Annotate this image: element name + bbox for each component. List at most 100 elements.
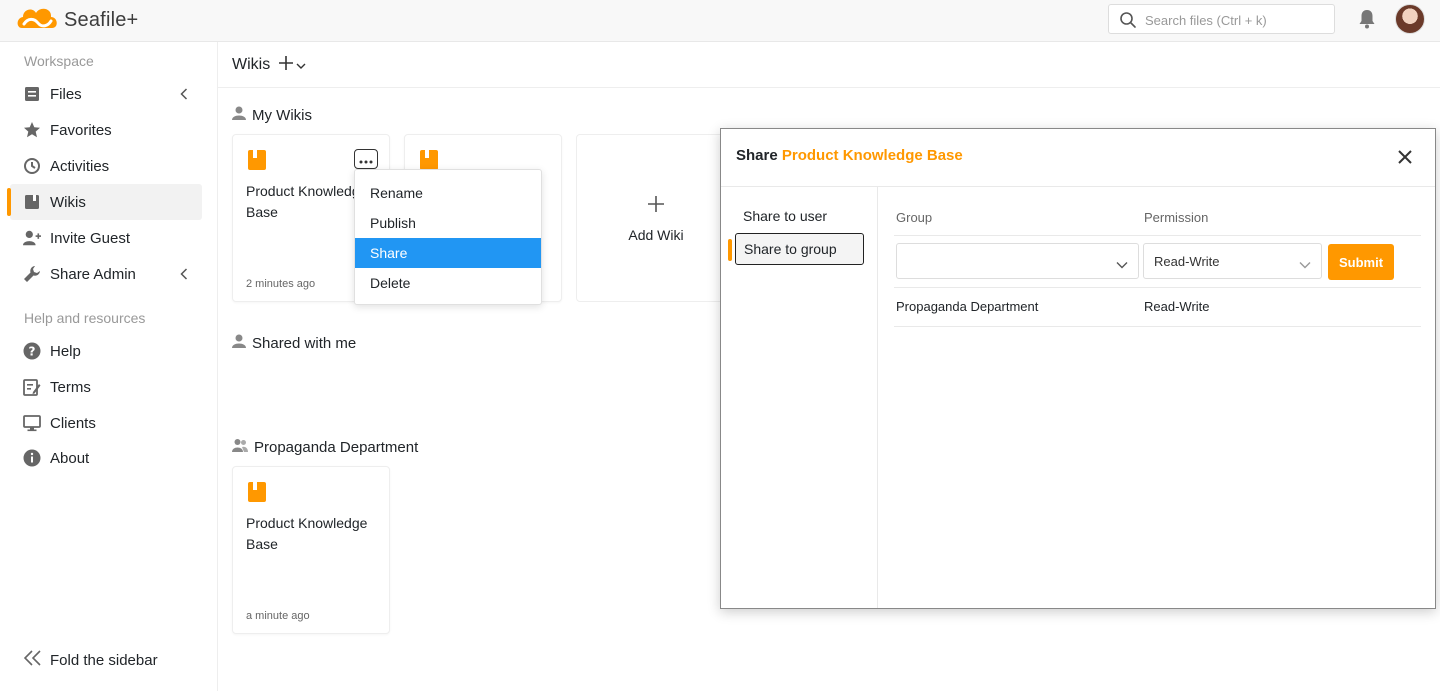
menu-item-publish[interactable]: Publish xyxy=(355,208,541,238)
terms-icon xyxy=(23,378,41,396)
chevron-down-icon xyxy=(1116,257,1128,272)
wrench-icon xyxy=(23,265,41,283)
sidebar-item-files[interactable]: Files xyxy=(10,76,202,112)
sidebar-item-label: Clients xyxy=(50,414,96,432)
sidebar-item-label: Activities xyxy=(50,157,110,175)
user-icon xyxy=(232,106,246,124)
wiki-icon xyxy=(23,193,41,211)
divider xyxy=(894,287,1421,288)
top-header: Seafile+ xyxy=(0,0,1440,42)
permission-select[interactable]: Read-Write xyxy=(1143,243,1322,279)
avatar[interactable] xyxy=(1395,4,1425,34)
sidebar-item-activities[interactable]: Activities xyxy=(10,148,202,184)
wiki-card[interactable]: Product Knowledge Base a minute ago xyxy=(232,466,390,634)
app-name: Seafile+ xyxy=(64,8,139,31)
group-heading: Propaganda Department xyxy=(232,438,418,456)
sidebar-item-label: Share Admin xyxy=(50,265,136,283)
fold-sidebar-button[interactable]: Fold the sidebar xyxy=(23,650,158,670)
fold-label: Fold the sidebar xyxy=(50,651,158,669)
chevron-down-icon xyxy=(296,57,306,73)
tab-share-to-group[interactable]: Share to group xyxy=(735,233,864,265)
dialog-header: Share Product Knowledge Base xyxy=(721,129,1435,187)
book-icon xyxy=(247,149,267,174)
user-icon xyxy=(232,334,246,352)
wiki-context-menu: Rename Publish Share Delete xyxy=(354,169,542,305)
logo[interactable]: Seafile+ xyxy=(16,4,138,36)
section-label: Shared with me xyxy=(252,334,357,352)
permission-column-header: Permission xyxy=(1144,210,1209,225)
active-tab-marker xyxy=(728,239,732,261)
sidebar-item-share-admin[interactable]: Share Admin xyxy=(10,256,202,292)
sidebar-item-favorites[interactable]: Favorites xyxy=(10,112,202,148)
close-icon[interactable] xyxy=(1397,149,1413,168)
dialog-title-prefix: Share xyxy=(736,147,778,164)
share-nav: Share to user Share to group xyxy=(721,187,878,608)
shared-group-name: Propaganda Department xyxy=(896,299,1039,314)
my-wikis-heading: My Wikis xyxy=(232,106,312,124)
monitor-icon xyxy=(23,414,41,432)
search-icon xyxy=(1119,11,1137,32)
search-box[interactable] xyxy=(1108,4,1335,34)
sidebar-item-label: Wikis xyxy=(50,193,86,211)
section-label: Propaganda Department xyxy=(254,438,419,456)
menu-item-rename[interactable]: Rename xyxy=(355,178,541,208)
toolbar: Wikis xyxy=(218,42,1440,88)
group-icon xyxy=(232,438,248,456)
chevron-left-icon[interactable] xyxy=(180,87,188,104)
plus-icon xyxy=(278,55,294,74)
star-icon xyxy=(23,121,41,139)
wiki-time: a minute ago xyxy=(246,610,310,622)
menu-item-delete[interactable]: Delete xyxy=(355,268,541,298)
clock-icon xyxy=(23,157,41,175)
menu-item-share[interactable]: Share xyxy=(355,238,541,268)
permission-select-value: Read-Write xyxy=(1154,254,1220,269)
divider xyxy=(894,326,1421,327)
sidebar-item-invite-guest[interactable]: Invite Guest xyxy=(10,220,202,256)
share-dialog: Share Product Knowledge Base Share to us… xyxy=(720,128,1436,609)
dialog-title-name: Product Knowledge Base xyxy=(781,147,963,164)
chevron-left-icon[interactable] xyxy=(180,267,188,284)
sidebar-item-label: Favorites xyxy=(50,121,112,139)
workspace-heading: Workspace xyxy=(24,53,94,69)
sidebar-item-wikis[interactable]: Wikis xyxy=(7,184,202,220)
sidebar-item-about[interactable]: About xyxy=(10,440,202,476)
page-title: Wikis xyxy=(232,56,271,73)
dialog-title: Share Product Knowledge Base xyxy=(736,147,963,164)
invite-user-icon xyxy=(23,229,41,247)
sidebar-item-clients[interactable]: Clients xyxy=(10,405,202,441)
sidebar-item-terms[interactable]: Terms xyxy=(10,369,202,405)
group-column-header: Group xyxy=(896,210,933,225)
section-label: My Wikis xyxy=(252,106,312,124)
shared-with-me-heading: Shared with me xyxy=(232,334,356,352)
sidebar-item-label: About xyxy=(50,449,90,467)
file-icon xyxy=(23,85,41,103)
search-input[interactable] xyxy=(1145,10,1325,30)
more-options-button[interactable] xyxy=(354,149,378,169)
sidebar-item-help[interactable]: ? Help xyxy=(10,333,202,369)
cloud-logo-icon xyxy=(16,4,60,37)
ellipsis-icon xyxy=(359,151,373,167)
shared-group-permission[interactable]: Read-Write xyxy=(1144,299,1210,314)
bell-icon[interactable] xyxy=(1358,9,1376,32)
group-select[interactable] xyxy=(896,243,1139,279)
wiki-name: Product Knowledge Base xyxy=(246,515,368,552)
add-wiki-label: Add Wiki xyxy=(628,227,684,243)
plus-icon xyxy=(647,195,665,216)
sidebar-item-label: Terms xyxy=(50,378,91,396)
add-wiki-dropdown[interactable] xyxy=(278,55,306,74)
info-icon xyxy=(23,449,41,467)
share-body: Group Permission Read-Write Submit Propa… xyxy=(878,187,1435,608)
double-chevron-left-icon xyxy=(23,650,42,670)
question-icon: ? xyxy=(23,342,41,360)
book-icon xyxy=(247,481,267,506)
sidebar-item-label: Files xyxy=(50,85,82,103)
sidebar: Workspace Files Favorites Activities Wik… xyxy=(0,42,218,691)
divider xyxy=(894,235,1421,236)
add-wiki-card[interactable]: Add Wiki xyxy=(576,134,734,302)
wiki-time: 2 minutes ago xyxy=(246,278,316,290)
svg-text:?: ? xyxy=(29,345,36,359)
tab-share-to-user[interactable]: Share to user xyxy=(735,201,864,233)
sidebar-item-label: Help xyxy=(50,342,81,360)
sidebar-item-label: Invite Guest xyxy=(50,229,131,247)
submit-button[interactable]: Submit xyxy=(1328,244,1394,280)
